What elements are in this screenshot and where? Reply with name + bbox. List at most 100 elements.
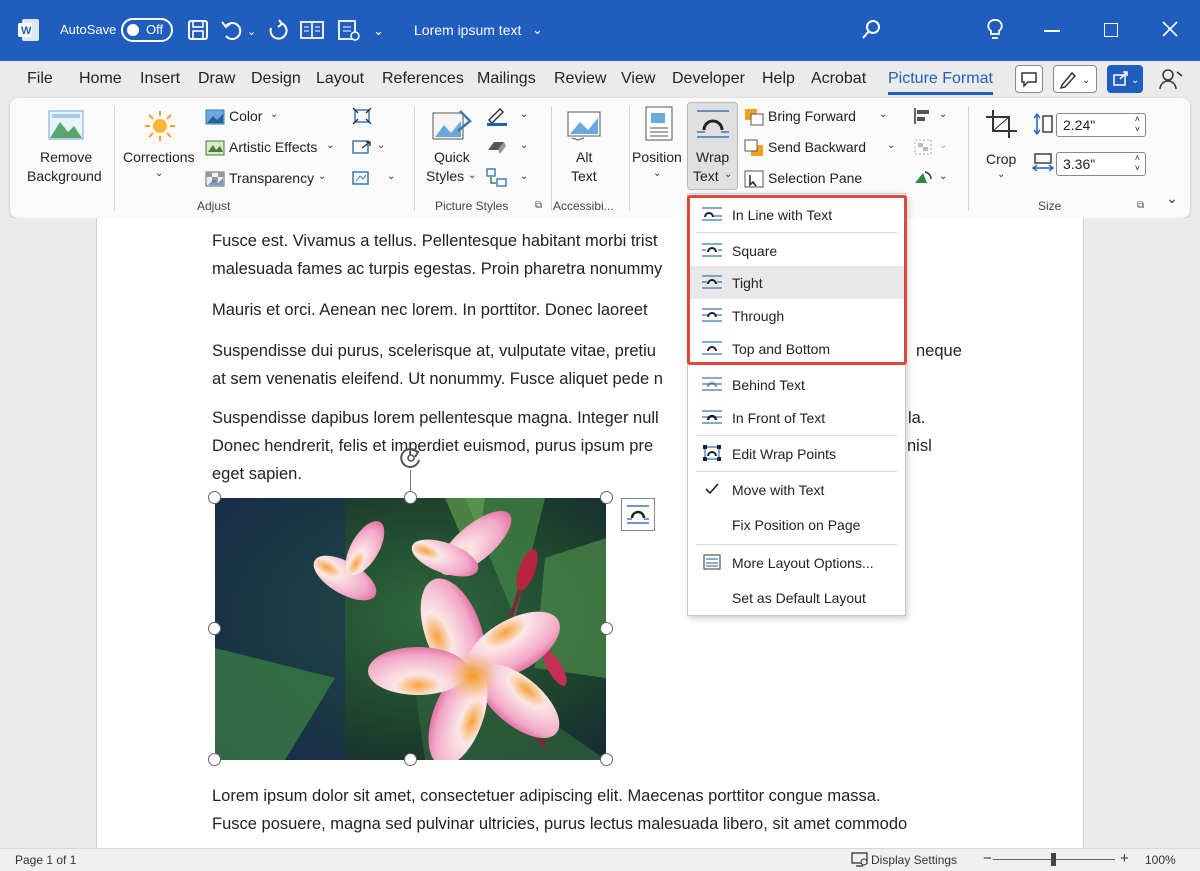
menu-item-more-layout-options[interactable]: More Layout Options... xyxy=(688,546,905,579)
tab-layout[interactable]: Layout xyxy=(316,70,364,88)
rotate-dropdown-icon[interactable]: ⌄ xyxy=(939,171,947,182)
tab-references[interactable]: References xyxy=(382,70,464,88)
display-settings-icon[interactable] xyxy=(851,852,869,871)
crop-label[interactable]: Crop xyxy=(986,151,1016,167)
quick-styles-label-2[interactable]: Styles xyxy=(426,168,464,184)
bring-forward-icon[interactable] xyxy=(744,108,764,129)
rotation-handle-icon[interactable] xyxy=(397,444,425,475)
change-picture-dropdown-icon[interactable]: ⌄ xyxy=(377,140,385,151)
redo-icon[interactable] xyxy=(266,18,290,45)
maximize-icon[interactable] xyxy=(1104,23,1118,37)
menu-item-square[interactable]: Square xyxy=(688,234,905,267)
save-icon[interactable] xyxy=(187,19,209,44)
shape-height-input[interactable]: 2.24" ˄ ˅ xyxy=(1056,113,1146,137)
tab-mailings[interactable]: Mailings xyxy=(477,70,536,88)
position-icon[interactable] xyxy=(644,106,676,145)
position-label[interactable]: Position xyxy=(632,149,682,165)
menu-item-edit-wrap-points[interactable]: Edit Wrap Points xyxy=(688,437,905,470)
quick-styles-label-1[interactable]: Quick xyxy=(434,149,470,165)
transparency-dropdown-icon[interactable]: ⌄ xyxy=(318,171,326,182)
rotate-icon[interactable] xyxy=(913,169,933,190)
menu-item-in-front-of-text[interactable]: In Front of Text xyxy=(688,401,905,434)
page-count[interactable]: Page 1 of 1 xyxy=(15,853,76,867)
picture-effects-dropdown-icon[interactable]: ⌄ xyxy=(520,140,528,151)
bring-forward-dropdown-icon[interactable]: ⌄ xyxy=(879,109,887,120)
transparency-label[interactable]: Transparency xyxy=(229,170,314,186)
lightbulb-icon[interactable] xyxy=(986,18,1004,45)
selection-pane-icon[interactable] xyxy=(744,170,764,191)
alt-text-icon[interactable] xyxy=(566,110,602,145)
forms-icon[interactable] xyxy=(336,18,360,45)
menu-item-set-as-default-layout[interactable]: Set as Default Layout xyxy=(688,581,905,614)
tab-view[interactable]: View xyxy=(621,70,655,88)
corrections-dropdown-icon[interactable]: ⌄ xyxy=(155,168,163,179)
group-dropdown-icon[interactable]: ⌄ xyxy=(939,140,947,151)
corrections-icon[interactable] xyxy=(144,110,176,145)
zoom-out-button[interactable]: − xyxy=(983,850,992,867)
resize-handle[interactable] xyxy=(404,491,417,504)
artistic-effects-icon[interactable] xyxy=(205,140,225,159)
menu-item-behind-text[interactable]: Behind Text xyxy=(688,368,905,401)
crop-icon[interactable] xyxy=(985,109,1019,142)
shape-height-icon[interactable] xyxy=(1032,112,1054,138)
picture-border-icon[interactable] xyxy=(486,106,508,129)
tab-draw[interactable]: Draw xyxy=(198,70,235,88)
quick-styles-dropdown-icon[interactable]: ⌄ xyxy=(468,170,476,181)
resize-handle[interactable] xyxy=(600,622,613,635)
menu-item-move-with-text[interactable]: Move with Text xyxy=(688,473,905,506)
read-mode-icon[interactable] xyxy=(300,20,324,43)
remove-background-icon[interactable] xyxy=(48,110,84,145)
zoom-in-button[interactable]: + xyxy=(1120,850,1129,867)
resize-handle[interactable] xyxy=(600,753,613,766)
compress-pictures-icon[interactable] xyxy=(352,107,372,128)
menu-item-fix-position-on-page[interactable]: Fix Position on Page xyxy=(688,508,905,541)
align-dropdown-icon[interactable]: ⌄ xyxy=(939,109,947,120)
menu-item-top-and-bottom[interactable]: Top and Bottom xyxy=(688,332,905,365)
menu-item-through[interactable]: Through xyxy=(688,299,905,332)
comments-button[interactable] xyxy=(1015,65,1043,93)
picture-layout-dropdown-icon[interactable]: ⌄ xyxy=(520,171,528,182)
send-backward-icon[interactable] xyxy=(744,139,764,160)
shape-width-input[interactable]: 3.36" ˄ ˅ xyxy=(1056,152,1146,176)
position-dropdown-icon[interactable]: ⌄ xyxy=(653,168,661,179)
color-dropdown-icon[interactable]: ⌄ xyxy=(270,109,278,120)
title-dropdown-icon[interactable]: ⌄ xyxy=(532,20,543,40)
customize-toolbar-icon[interactable]: ⌄ xyxy=(373,21,384,41)
resize-handle[interactable] xyxy=(208,491,221,504)
resize-handle[interactable] xyxy=(404,753,417,766)
reset-picture-dropdown-icon[interactable]: ⌄ xyxy=(387,171,395,182)
picture-border-dropdown-icon[interactable]: ⌄ xyxy=(520,109,528,120)
group-icon[interactable] xyxy=(913,138,933,159)
shape-width-icon[interactable] xyxy=(1031,152,1055,177)
remove-background-label-2[interactable]: Background xyxy=(27,168,102,184)
width-spin-icon[interactable]: ˄ ˅ xyxy=(1135,153,1140,173)
document-title[interactable]: Lorem ipsum text xyxy=(414,22,521,38)
wrap-text-dropdown-icon[interactable]: ⌄ xyxy=(724,169,732,180)
remove-background-label-1[interactable]: Remove xyxy=(40,149,92,165)
tab-insert[interactable]: Insert xyxy=(140,70,180,88)
zoom-level[interactable]: 100% xyxy=(1145,853,1176,867)
corrections-label[interactable]: Corrections xyxy=(123,149,195,165)
transparency-icon[interactable] xyxy=(205,171,225,190)
wrap-text-icon[interactable] xyxy=(696,108,730,143)
tab-design[interactable]: Design xyxy=(251,70,301,88)
alt-text-label-1[interactable]: Alt xyxy=(576,149,592,165)
flower-image[interactable] xyxy=(215,498,606,760)
send-backward-label[interactable]: Send Backward xyxy=(768,139,866,155)
color-icon[interactable] xyxy=(205,109,225,128)
align-icon[interactable] xyxy=(913,107,933,128)
picture-styles-launcher-icon[interactable]: ⧉ xyxy=(535,200,542,211)
selection-pane-label[interactable]: Selection Pane xyxy=(768,170,862,186)
word-logo-icon[interactable]: W xyxy=(18,18,40,42)
resize-handle[interactable] xyxy=(208,753,221,766)
display-settings-label[interactable]: Display Settings xyxy=(871,853,957,867)
close-icon[interactable] xyxy=(1161,20,1179,41)
tab-review[interactable]: Review xyxy=(554,70,606,88)
resize-handle[interactable] xyxy=(208,622,221,635)
resize-handle[interactable] xyxy=(600,491,613,504)
menu-item-tight[interactable]: Tight xyxy=(688,266,905,299)
tab-file[interactable]: File xyxy=(27,70,53,88)
undo-dropdown-icon[interactable]: ⌄ xyxy=(247,22,256,42)
zoom-slider-thumb[interactable] xyxy=(1051,853,1056,866)
tab-help[interactable]: Help xyxy=(762,70,795,88)
